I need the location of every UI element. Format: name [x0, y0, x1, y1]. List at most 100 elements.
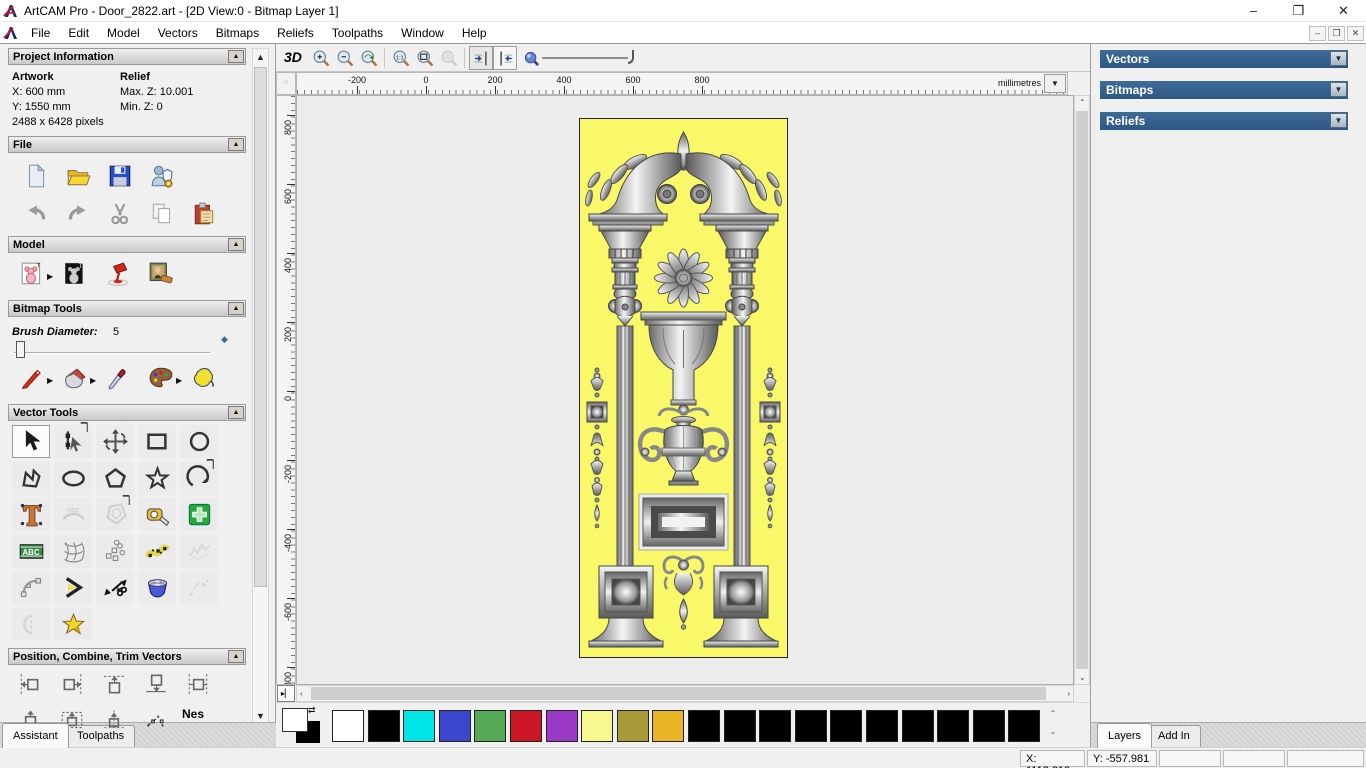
section-header-file[interactable]: File ▲: [8, 136, 246, 153]
tool-align-h3[interactable]: [96, 704, 132, 736]
tool-align-centre[interactable]: [180, 668, 216, 700]
palette-swatch-12[interactable]: [759, 710, 792, 742]
zoom-out-icon[interactable]: [333, 46, 357, 70]
tool-align-top[interactable]: [96, 668, 132, 700]
scroll-up-icon[interactable]: ⌃: [1079, 98, 1086, 107]
toolbar-slider[interactable]: [542, 57, 628, 59]
expand-down-icon[interactable]: ▼: [1330, 113, 1347, 128]
tool-pick-colour[interactable]: [100, 362, 136, 394]
tool-create-text[interactable]: [12, 498, 50, 531]
tool-new-model[interactable]: [18, 160, 54, 192]
palette-swatch-6[interactable]: [545, 710, 578, 742]
tool-invert-model[interactable]: T: [57, 258, 93, 290]
collapse-icon[interactable]: ▲: [228, 238, 244, 251]
tool-copy[interactable]: [144, 198, 180, 230]
tool-create-star[interactable]: [138, 461, 176, 495]
palette-swatch-15[interactable]: [866, 710, 898, 742]
tool-align-bottom[interactable]: [138, 668, 174, 700]
menu-model[interactable]: Model: [98, 22, 149, 44]
nesting-tool-label[interactable]: Nes: [182, 707, 204, 721]
tool-nest-dots[interactable]: [138, 704, 174, 736]
scrollbar-thumb[interactable]: [254, 67, 267, 587]
palette-swatch-17[interactable]: [937, 710, 970, 742]
section-header-model[interactable]: Model ▲: [8, 236, 246, 253]
tool-paste-vector[interactable]: [180, 498, 218, 531]
tool-text-block[interactable]: ABC: [12, 534, 50, 568]
tool-save-model[interactable]: [102, 160, 138, 192]
tool-select[interactable]: [12, 425, 50, 458]
tool-paint[interactable]: [14, 362, 50, 394]
pane-splitter-button[interactable]: ▸▏: [277, 685, 295, 702]
zoom-selection-icon[interactable]: [437, 46, 461, 70]
tool-block-copy[interactable]: [96, 534, 134, 568]
expand-down-icon[interactable]: ▼: [1330, 51, 1347, 66]
tool-shaded-view[interactable]: [100, 258, 136, 290]
tool-flood-fill[interactable]: [57, 362, 93, 394]
scrollbar-thumb[interactable]: [311, 687, 1046, 700]
mdi-close-button[interactable]: ✕: [1347, 26, 1364, 41]
palette-swatch-11[interactable]: [723, 710, 756, 742]
palette-swatch-10[interactable]: [688, 710, 720, 742]
tool-open-model[interactable]: [60, 160, 96, 192]
palette-swatch-13[interactable]: [794, 710, 827, 742]
tool-mirror-vectors[interactable]: [12, 607, 50, 641]
palette-swatch-19[interactable]: [1008, 710, 1041, 742]
toggle-right-panel-icon[interactable]: [493, 46, 517, 70]
ruler-units-dropdown[interactable]: ▼: [1044, 74, 1066, 93]
palette-swatch-2[interactable]: [403, 710, 436, 742]
menu-vectors[interactable]: Vectors: [149, 22, 207, 44]
menu-file[interactable]: File: [22, 22, 59, 44]
section-header-bitmap-tools[interactable]: Bitmap Tools ▲: [8, 300, 246, 317]
collapse-icon[interactable]: ▲: [228, 50, 244, 63]
zoom-in-icon[interactable]: [309, 46, 333, 70]
tool-trim-vectors[interactable]: [96, 571, 134, 604]
tool-cut[interactable]: [102, 198, 138, 230]
scroll-left-icon[interactable]: ‹: [300, 689, 303, 698]
tool-align-right[interactable]: [54, 668, 90, 700]
close-button[interactable]: ✕: [1321, 0, 1366, 22]
section-header-vector-tools[interactable]: Vector Tools ▲: [8, 404, 246, 421]
tab-layers[interactable]: Layers: [1097, 723, 1153, 748]
tool-create-circle[interactable]: [180, 425, 218, 458]
tool-interactive-sculpt[interactable]: [138, 571, 176, 604]
zoom-previous-icon[interactable]: [357, 46, 381, 70]
minimize-button[interactable]: –: [1231, 0, 1276, 22]
scroll-right-icon[interactable]: ›: [1067, 689, 1070, 698]
collapse-icon[interactable]: ▲: [228, 406, 244, 419]
tab-add-in[interactable]: Add In: [1147, 725, 1201, 748]
palette-swatch-18[interactable]: [972, 710, 1005, 742]
section-header-project-information[interactable]: Project Information ▲: [8, 48, 246, 65]
vectors-panel-header[interactable]: Vectors ▼: [1100, 50, 1348, 68]
tool-free-polyline[interactable]: [180, 571, 218, 604]
palette-scroll-up-icon[interactable]: ⌃: [1045, 709, 1061, 723]
palette-swatch-14[interactable]: [830, 710, 863, 742]
tab-assistant[interactable]: Assistant: [2, 723, 69, 748]
tool-envelope-distort[interactable]: [54, 534, 92, 568]
zoom-1to1-icon[interactable]: 1:1: [389, 46, 413, 70]
tool-measure[interactable]: [138, 498, 176, 531]
tool-create-ellipse[interactable]: [54, 461, 92, 495]
scrollbar-thumb[interactable]: [1076, 111, 1088, 669]
tool-transform[interactable]: [96, 425, 134, 458]
mdi-restore-button[interactable]: ❐: [1328, 26, 1345, 41]
tool-wrap-vectors[interactable]: [54, 607, 92, 641]
reliefs-panel-header[interactable]: Reliefs ▼: [1100, 112, 1348, 130]
menu-edit[interactable]: Edit: [59, 22, 98, 44]
tool-sketch-model[interactable]: T: [14, 258, 50, 290]
canvas-horizontal-scrollbar[interactable]: ‹ ›: [296, 685, 1074, 702]
tool-load-image[interactable]: [143, 258, 179, 290]
zoom-fit-icon[interactable]: [413, 46, 437, 70]
preview-relief-icon[interactable]: [519, 46, 543, 70]
tool-join-vectors[interactable]: [54, 571, 92, 604]
section-header-position-combine-trim[interactable]: Position, Combine, Trim Vectors ▲: [8, 648, 246, 665]
palette-swatch-3[interactable]: [438, 710, 471, 742]
menu-toolpaths[interactable]: Toolpaths: [323, 22, 392, 44]
2d-view-canvas[interactable]: [296, 95, 1074, 685]
toolbar-slider-handle[interactable]: [628, 50, 634, 64]
tool-redo[interactable]: [60, 198, 96, 230]
menu-help[interactable]: Help: [453, 22, 496, 44]
collapse-icon[interactable]: ▲: [228, 138, 244, 151]
palette-swatch-4[interactable]: [474, 710, 507, 742]
menu-reliefs[interactable]: Reliefs: [268, 22, 323, 44]
collapse-icon[interactable]: ▲: [228, 650, 244, 663]
